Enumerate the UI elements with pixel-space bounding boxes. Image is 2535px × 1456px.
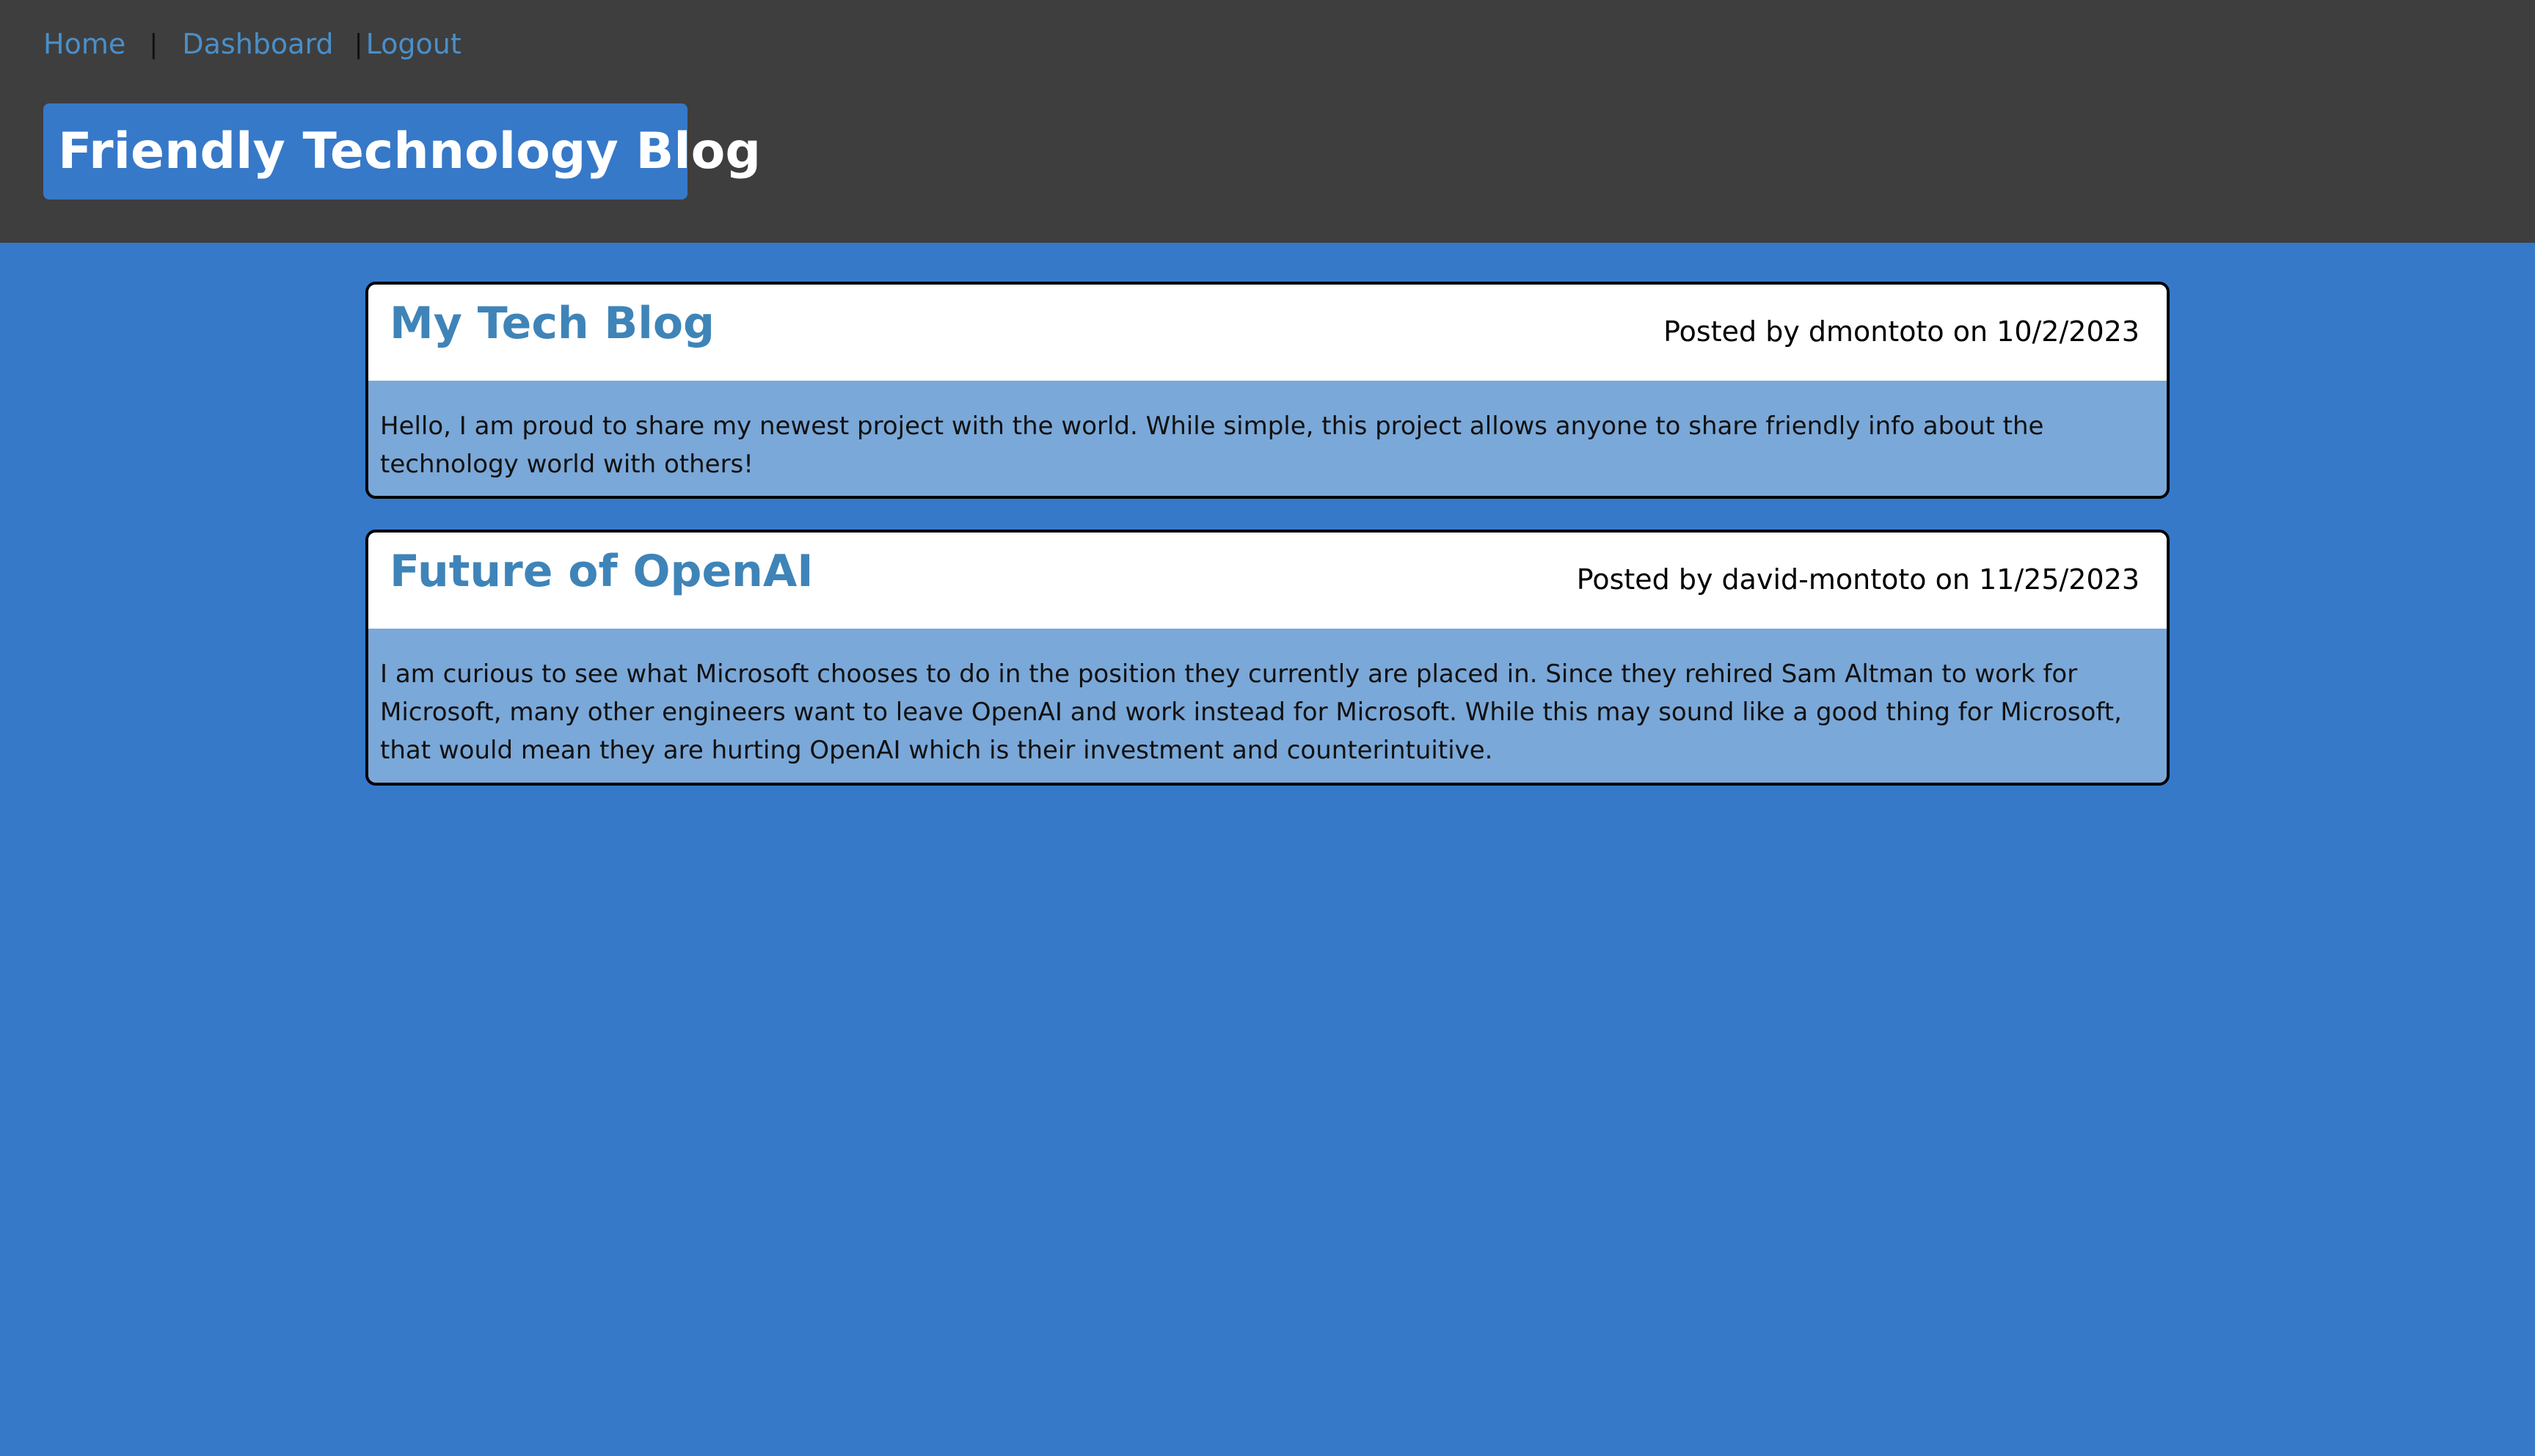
post-meta: Posted by dmontoto on 10/2/2023 bbox=[1663, 315, 2140, 348]
site-header: Home | Dashboard | Logout Friendly Techn… bbox=[0, 0, 2535, 243]
nav-dashboard-link[interactable]: Dashboard bbox=[182, 28, 333, 60]
nav-logout-link[interactable]: Logout bbox=[366, 28, 462, 60]
post-title[interactable]: Future of OpenAI bbox=[390, 546, 814, 597]
post-card[interactable]: My Tech Blog Posted by dmontoto on 10/2/… bbox=[365, 282, 2170, 499]
top-nav: Home | Dashboard | Logout bbox=[43, 22, 462, 66]
post-meta: Posted by david-montoto on 11/25/2023 bbox=[1576, 563, 2140, 596]
nav-home-link[interactable]: Home bbox=[43, 28, 125, 60]
post-card[interactable]: Future of OpenAI Posted by david-montoto… bbox=[365, 530, 2170, 786]
post-header: Future of OpenAI Posted by david-montoto… bbox=[368, 533, 2167, 629]
site-title: Friendly Technology Blog bbox=[43, 103, 761, 200]
post-title[interactable]: My Tech Blog bbox=[390, 298, 715, 349]
nav-separator: | bbox=[149, 29, 158, 59]
nav-separator: | bbox=[354, 29, 363, 59]
post-body: I am curious to see what Microsoft choos… bbox=[380, 659, 2122, 765]
post-body: Hello, I am proud to share my newest pro… bbox=[380, 411, 2044, 479]
post-header: My Tech Blog Posted by dmontoto on 10/2/… bbox=[368, 285, 2167, 381]
